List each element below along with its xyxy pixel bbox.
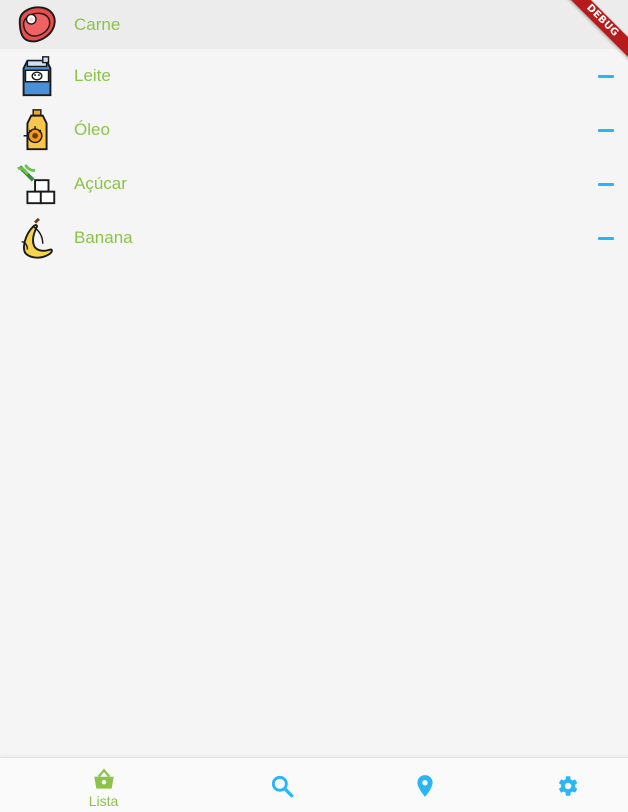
list-item-oleo[interactable]: Óleo [0, 103, 628, 157]
location-pin-icon [416, 774, 433, 797]
basket-icon [93, 768, 114, 789]
shopping-list-screen: Carne Leite Óleo Açúcar Banana DEBUG Lis… [0, 0, 628, 812]
banana-icon [14, 215, 60, 261]
item-label: Leite [74, 66, 111, 85]
oil-bottle-icon [14, 107, 60, 153]
remove-item-button[interactable] [598, 75, 614, 78]
item-label: Banana [74, 228, 133, 247]
bottom-navigation-bar: Lista [0, 757, 628, 812]
nav-item-settings[interactable] [488, 758, 628, 812]
remove-item-button[interactable] [598, 129, 614, 132]
item-label: Carne [74, 14, 121, 34]
product-list: Carne Leite Óleo Açúcar Banana [0, 0, 628, 265]
list-item-banana[interactable]: Banana [0, 211, 628, 265]
nav-item-lista[interactable]: Lista [25, 758, 182, 812]
item-label: Açúcar [74, 174, 127, 193]
sugar-cubes-icon [14, 161, 60, 207]
steak-icon [14, 2, 60, 48]
list-item-acucar[interactable]: Açúcar [0, 157, 628, 211]
list-item-carne[interactable]: Carne [0, 0, 628, 49]
gear-icon [558, 775, 577, 796]
milk-carton-icon [14, 53, 60, 99]
item-label: Óleo [74, 120, 110, 139]
remove-item-button[interactable] [598, 183, 614, 186]
remove-item-button[interactable] [598, 237, 614, 240]
nav-item-search[interactable] [203, 758, 360, 812]
list-item-leite[interactable]: Leite [0, 49, 628, 103]
nav-label-lista: Lista [88, 792, 119, 809]
nav-item-location[interactable] [346, 758, 503, 812]
search-icon [271, 775, 293, 797]
